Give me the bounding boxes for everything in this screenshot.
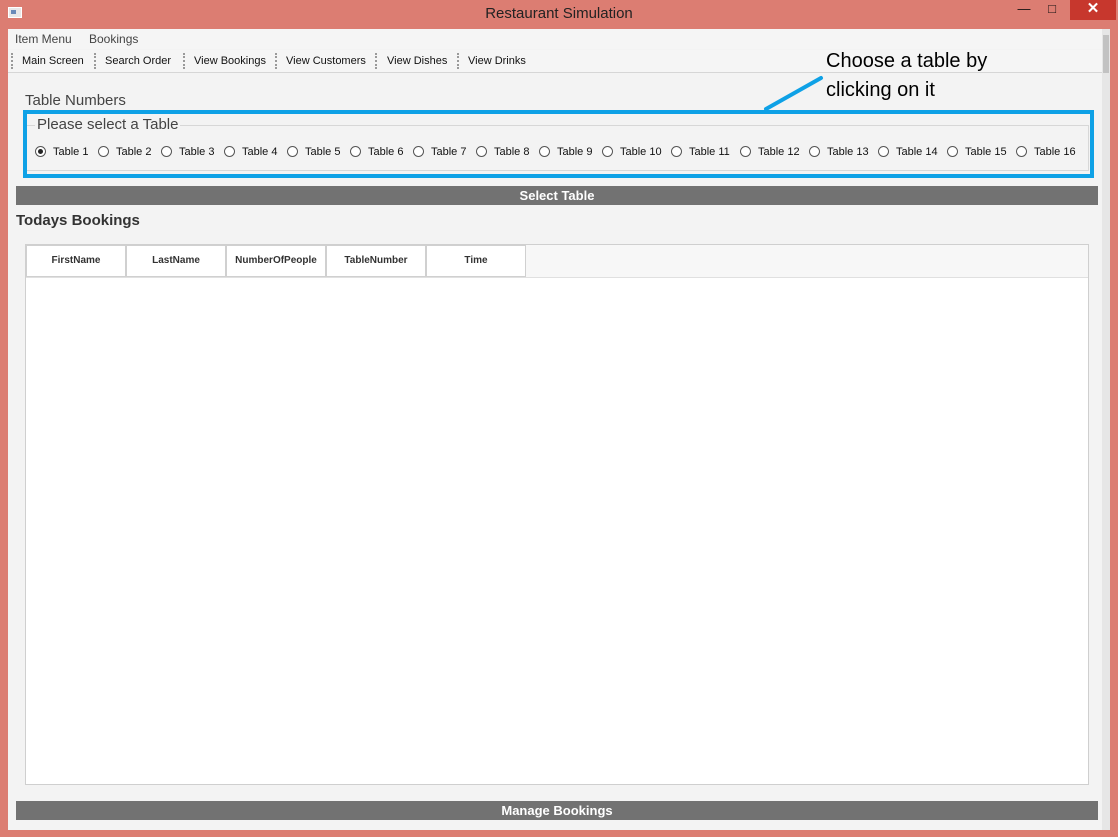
menu-item-item-menu[interactable]: Item Menu: [15, 32, 72, 46]
menu-item-bookings[interactable]: Bookings: [89, 32, 138, 46]
todays-bookings-title: Todays Bookings: [16, 212, 140, 229]
annotation-text: Choose a table by clicking on it: [826, 50, 988, 101]
select-table-button[interactable]: Select Table: [16, 186, 1098, 205]
window-title: Restaurant Simulation: [485, 5, 633, 22]
column-header[interactable]: TableNumber: [326, 245, 426, 277]
vertical-scrollbar[interactable]: [1102, 29, 1110, 830]
table-header-row: FirstName LastName NumberOfPeople TableNumb…: [26, 245, 1088, 278]
toolbar-grip: [375, 53, 377, 69]
title-bar: Restaurant Simulation — □ ✕: [0, 0, 1118, 28]
manage-bookings-button[interactable]: Manage Bookings: [16, 801, 1098, 820]
view-drinks-button[interactable]: View Drinks: [468, 55, 526, 67]
toolbar-grip: [11, 53, 13, 69]
toolbar-grip: [183, 53, 185, 69]
toolbar-grip: [457, 53, 459, 69]
column-header[interactable]: Time: [426, 245, 526, 277]
view-customers-button[interactable]: View Customers: [286, 55, 366, 67]
column-header[interactable]: NumberOfPeople: [226, 245, 326, 277]
menu-bar: Item Menu Bookings: [8, 29, 1110, 49]
main-window: Item Menu Bookings Main Screen Search Or…: [8, 29, 1110, 830]
annotation-highlight-box: [23, 110, 1094, 178]
view-bookings-button[interactable]: View Bookings: [194, 55, 266, 67]
search-order-button[interactable]: Search Order: [105, 55, 171, 67]
view-dishes-button[interactable]: View Dishes: [387, 55, 447, 67]
toolbar-grip: [94, 53, 96, 69]
toolbar-grip: [275, 53, 277, 69]
close-button[interactable]: ✕: [1070, 0, 1116, 20]
table-numbers-label: Table Numbers: [25, 92, 126, 109]
maximize-button[interactable]: □: [1038, 0, 1066, 20]
bookings-table[interactable]: FirstName LastName NumberOfPeople TableNumb…: [25, 244, 1089, 785]
minimize-button[interactable]: —: [1010, 0, 1038, 20]
main-screen-button[interactable]: Main Screen: [22, 55, 84, 67]
scrollbar-thumb[interactable]: [1103, 35, 1109, 73]
column-header[interactable]: LastName: [126, 245, 226, 277]
column-header[interactable]: FirstName: [26, 245, 126, 277]
